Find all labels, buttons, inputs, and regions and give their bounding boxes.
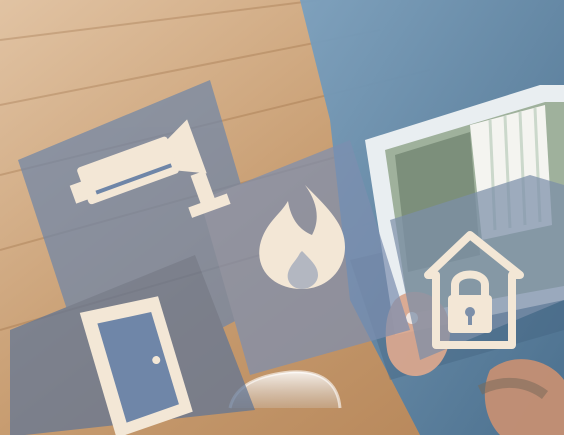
- smart-home-photo: [0, 0, 564, 435]
- photo-frame: [0, 0, 564, 435]
